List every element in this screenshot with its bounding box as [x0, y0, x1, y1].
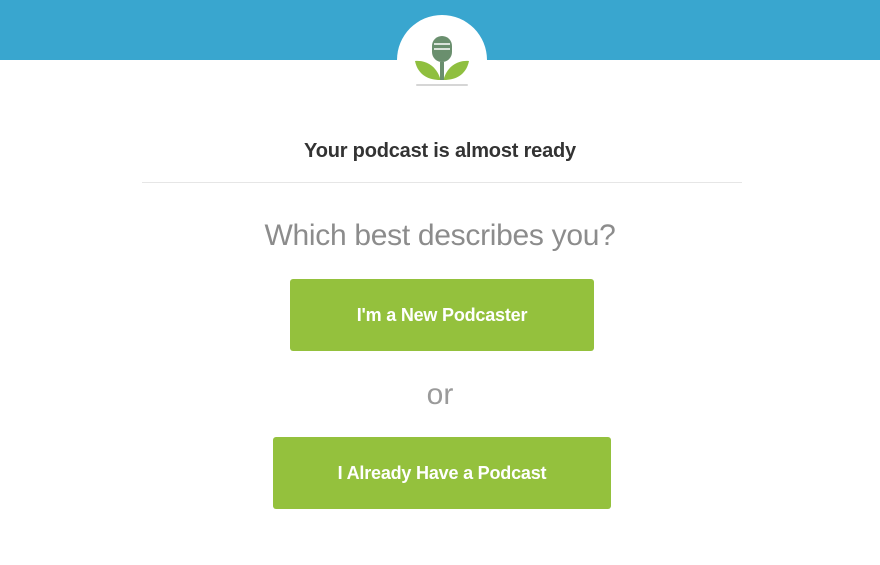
new-podcaster-button[interactable]: I'm a New Podcaster: [290, 279, 594, 351]
divider: [142, 182, 742, 183]
podcast-plant-microphone-icon: [415, 36, 469, 86]
onboarding-page: Your podcast is almost ready Which best …: [0, 0, 880, 565]
logo: [397, 15, 487, 105]
page-title: Your podcast is almost ready: [304, 140, 576, 162]
or-separator: or: [426, 378, 454, 411]
existing-podcast-button[interactable]: I Already Have a Podcast: [273, 437, 611, 509]
question-prompt: Which best describes you?: [264, 219, 616, 252]
